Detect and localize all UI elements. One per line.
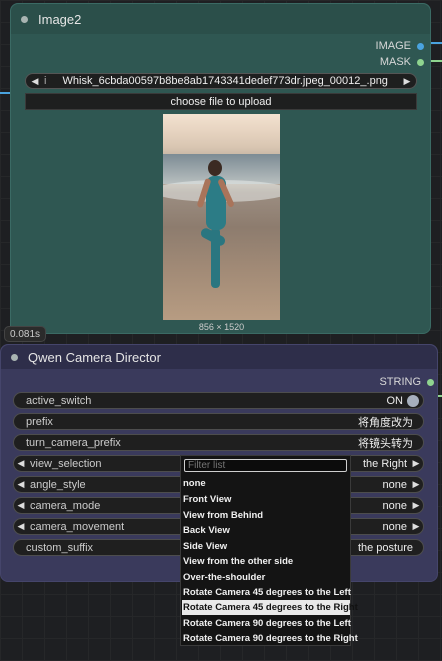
- view-selection-value: the Right: [362, 457, 407, 470]
- angle-style-value: none: [382, 478, 407, 491]
- arrow-right-icon[interactable]: ▶: [409, 521, 423, 532]
- image-preview: [163, 114, 280, 320]
- arrow-right-icon[interactable]: ▶: [409, 500, 423, 511]
- arrow-right-icon[interactable]: ▶: [409, 479, 423, 490]
- menu-item[interactable]: Rotate Camera 45 degrees to the Left: [182, 585, 351, 600]
- output-string-socket-icon[interactable]: [427, 378, 434, 386]
- menu-item[interactable]: Rotate Camera 90 degrees to the Left: [182, 616, 351, 631]
- output-image-label: IMAGE: [375, 40, 411, 52]
- menu-item[interactable]: none: [182, 476, 350, 491]
- active-switch-label: active_switch: [26, 394, 92, 407]
- menu-item[interactable]: View from Behind: [182, 508, 350, 523]
- upload-button[interactable]: choose file to upload: [25, 93, 417, 110]
- output-string-label: STRING: [379, 376, 421, 388]
- camera-movement-value: none: [382, 520, 407, 533]
- arrow-left-icon[interactable]: ◀: [14, 479, 28, 490]
- output-image[interactable]: IMAGE: [376, 40, 424, 52]
- arrow-left-icon[interactable]: ◀: [14, 500, 28, 511]
- arrow-right-icon[interactable]: ▶: [409, 458, 423, 469]
- turn-camera-prefix-label: turn_camera_prefix: [26, 436, 121, 449]
- output-mask[interactable]: MASK: [380, 56, 424, 68]
- menu-item[interactable]: Rotate Camera 90 degrees to the Right: [182, 631, 358, 646]
- menu-item-highlighted[interactable]: Rotate Camera 45 degrees to the Right: [182, 600, 358, 615]
- output-mask-label: MASK: [379, 56, 411, 68]
- camera-mode-value: none: [382, 499, 407, 512]
- output-image-socket-icon[interactable]: [417, 42, 424, 50]
- image-node[interactable]: Image2 IMAGE MASK ◀ i Whisk_6cbda00597b8…: [10, 3, 431, 334]
- active-switch-toggle[interactable]: active_switch ON: [13, 392, 424, 409]
- view-selection-dropdown[interactable]: none Front View View from Behind Back Vi…: [180, 455, 358, 646]
- camera-node-title-bar[interactable]: Qwen Camera Director: [1, 345, 437, 369]
- turn-camera-prefix-field[interactable]: turn_camera_prefix 将镜头转为: [13, 434, 424, 451]
- image-dimensions: 856 × 1520: [198, 322, 245, 332]
- filter-list-input[interactable]: [184, 459, 347, 472]
- menu-item[interactable]: Back View: [182, 523, 350, 538]
- execution-time-badge: 0.081s: [4, 326, 47, 342]
- wire-right-mask: [431, 60, 442, 62]
- camera-node-title: Qwen Camera Director: [28, 349, 161, 365]
- image-node-title-bar[interactable]: Image2: [11, 4, 430, 34]
- wire-left: [0, 92, 10, 94]
- collapse-dot-icon[interactable]: [21, 15, 28, 23]
- output-mask-socket-icon[interactable]: [417, 58, 424, 66]
- toggle-knob-icon[interactable]: [407, 394, 419, 407]
- image-node-title: Image2: [38, 11, 82, 27]
- custom-suffix-value: the posture: [357, 541, 413, 554]
- menu-item[interactable]: Front View: [182, 492, 350, 507]
- menu-item[interactable]: Over-the-shoulder: [182, 570, 350, 585]
- arrow-left-icon[interactable]: ◀: [14, 458, 28, 469]
- wire-right-image: [431, 42, 442, 44]
- active-switch-value: ON: [386, 394, 404, 407]
- turn-camera-prefix-value: 将镜头转为: [358, 437, 413, 450]
- prefix-label: prefix: [26, 415, 53, 428]
- image-widget-label: i: [44, 75, 47, 87]
- image-filename: Whisk_6cbda00597b8be8ab1743341dedef773dr…: [62, 75, 388, 87]
- output-string[interactable]: STRING: [379, 376, 434, 388]
- image-file-combo[interactable]: ◀ i Whisk_6cbda00597b8be8ab1743341dedef7…: [25, 73, 417, 89]
- arrow-left-icon[interactable]: ◀: [26, 76, 44, 87]
- prefix-field[interactable]: prefix 将角度改为: [13, 413, 424, 430]
- arrow-left-icon[interactable]: ◀: [14, 521, 28, 532]
- prefix-value: 将角度改为: [358, 416, 413, 429]
- menu-item[interactable]: Side View: [182, 539, 350, 554]
- arrow-right-icon[interactable]: ▶: [398, 76, 416, 87]
- menu-item[interactable]: View from the other side: [182, 554, 350, 569]
- collapse-dot-icon[interactable]: [11, 353, 18, 361]
